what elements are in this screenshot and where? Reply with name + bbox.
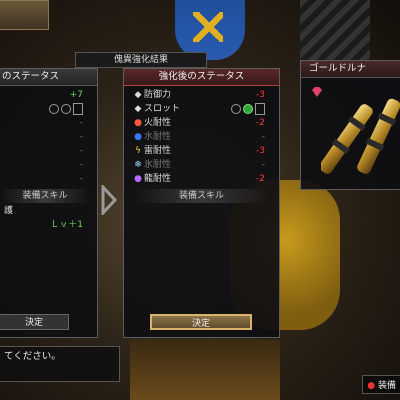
before-defense-value: +7 — [69, 90, 83, 100]
before-status-title: のステータス — [0, 69, 97, 86]
background-figure — [175, 0, 245, 60]
before-skill-level-row: Ｌｖ＋1 — [4, 219, 83, 232]
dragon-icon: ● — [134, 174, 142, 184]
before-ice-row: - — [79, 160, 83, 170]
ice-icon: ❄ — [134, 160, 142, 170]
background-ornament — [130, 340, 280, 400]
before-defense-row: +7 — [4, 89, 83, 102]
before-slot-row — [4, 103, 83, 116]
before-slot-icons — [47, 103, 83, 117]
after-confirm-button[interactable]: 決定 — [150, 314, 252, 330]
button-hint: ● 装備 — [362, 375, 400, 394]
before-water-row: - — [79, 132, 83, 142]
after-water-row: ● 水耐性 - — [132, 131, 265, 144]
before-fire-row: - — [79, 118, 83, 128]
before-skill-level: Ｌｖ＋1 — [50, 220, 83, 230]
slot-icon — [61, 104, 71, 114]
hint-label: 装備 — [377, 381, 396, 391]
after-dragon-row: ● 龍耐性 -2 — [132, 173, 265, 186]
weapon-preview-panel: ゴールドルナ — [300, 60, 400, 190]
message-text: てください。 — [4, 351, 61, 362]
button-prompt-icon: ● — [367, 381, 376, 391]
after-status-title: 強化後のステータス — [124, 69, 279, 86]
before-skill-name: 護 — [4, 206, 14, 216]
after-thunder-row: ϟ 雷耐性 -3 — [132, 145, 265, 158]
after-skill-header: 装備スキル — [134, 189, 269, 203]
after-defense-row: ◆ 防御力 -3 — [132, 89, 265, 102]
before-skill-row: 護 — [4, 205, 83, 218]
after-ice-row: ❄ 氷耐性 - — [132, 159, 265, 172]
top-left-banner — [0, 0, 49, 30]
slot-icon — [255, 103, 265, 115]
before-status-panel: のステータス +7 - - - - - 装備スキル 護 Ｌｖ＋1 決定 — [0, 68, 98, 338]
after-fire-row: ● 火耐性 -2 — [132, 117, 265, 130]
diamond-icon: ◆ — [134, 90, 142, 100]
slot-icon-new — [243, 104, 253, 114]
after-status-panel: 強化後のステータス ◆ 防御力 -3 ◆ スロット ● 火耐性 -2 ● 水耐性 - ϟ… — [123, 68, 280, 338]
before-skill-header: 装備スキル — [0, 189, 90, 203]
after-slot-icons — [229, 103, 265, 117]
fire-icon: ● — [134, 118, 142, 128]
after-defense-value: -3 — [256, 90, 265, 100]
water-icon: ● — [134, 132, 142, 142]
window-title: 傀異強化結果 — [75, 52, 207, 68]
before-thunder-row: - — [79, 146, 83, 156]
weapon-image — [321, 98, 400, 174]
weapon-name: ゴールドルナ — [301, 61, 400, 78]
arrow-right-icon — [101, 185, 117, 215]
chain-decoration — [300, 0, 370, 60]
slot-icon — [231, 104, 241, 114]
after-slot-row: ◆ スロット — [132, 103, 265, 116]
slot-icon — [49, 104, 59, 114]
thunder-icon: ϟ — [135, 146, 141, 156]
before-confirm-button[interactable]: 決定 — [0, 314, 69, 330]
diamond-icon: ◆ — [134, 104, 142, 114]
message-box: てください。 — [0, 346, 120, 382]
slot-icon — [73, 103, 83, 115]
before-dragon-row: - — [79, 174, 83, 184]
